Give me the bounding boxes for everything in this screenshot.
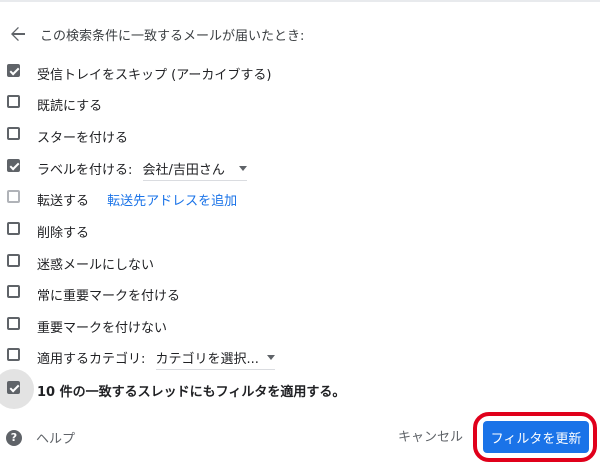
update-filter-button[interactable]: フィルタを更新: [483, 421, 589, 453]
skip-inbox-checkbox[interactable]: [7, 64, 20, 77]
category-dropdown-value: カテゴリを選択...: [155, 352, 259, 367]
label-dropdown-value: 会社/吉田さん: [142, 163, 225, 178]
label-dropdown[interactable]: 会社/吉田さん: [142, 159, 247, 181]
apply-matching-checkbox[interactable]: [7, 381, 20, 394]
top-divider: [0, 0, 600, 2]
forward-label: 転送する: [37, 194, 90, 209]
forward-row: 転送する 転送先アドレスを追加: [37, 190, 237, 209]
help-area[interactable]: ? ヘルプ: [6, 428, 75, 447]
never-spam-label: 迷惑メールにしない: [37, 258, 155, 273]
mark-read-checkbox[interactable]: [7, 95, 20, 108]
chevron-down-icon: [238, 166, 247, 171]
forward-checkbox[interactable]: [7, 190, 20, 203]
apply-label-text: ラベルを付ける:: [37, 163, 133, 178]
skip-inbox-label: 受信トレイをスキップ (アーカイブする): [37, 68, 272, 83]
help-icon[interactable]: ?: [6, 429, 22, 446]
delete-label: 削除する: [37, 226, 90, 241]
star-label: スターを付ける: [37, 131, 129, 146]
chevron-down-icon: [266, 355, 275, 360]
delete-checkbox[interactable]: [7, 222, 20, 235]
category-dropdown[interactable]: カテゴリを選択...: [155, 348, 275, 370]
help-link[interactable]: ヘルプ: [36, 428, 75, 447]
category-checkbox[interactable]: [7, 348, 20, 361]
apply-matching-label: 10 件の一致するスレッドにもフィルタを適用する。: [37, 385, 346, 400]
filter-header: この検索条件に一致するメールが届いたとき:: [6, 22, 304, 46]
add-forwarding-address-link[interactable]: 転送先アドレスを追加: [107, 194, 237, 209]
never-important-label: 重要マークを付けない: [37, 321, 168, 336]
never-important-checkbox[interactable]: [7, 317, 20, 330]
never-spam-checkbox[interactable]: [7, 254, 20, 267]
cancel-button[interactable]: キャンセル: [398, 426, 463, 445]
criteria-title: この検索条件に一致するメールが届いたとき:: [40, 28, 305, 44]
category-label: 適用するカテゴリ:: [37, 352, 146, 367]
star-checkbox[interactable]: [7, 127, 20, 140]
always-important-checkbox[interactable]: [7, 285, 20, 298]
always-important-label: 常に重要マークを付ける: [37, 289, 181, 304]
category-row: 適用するカテゴリ: カテゴリを選択...: [37, 348, 275, 370]
back-arrow-icon[interactable]: [6, 22, 30, 46]
apply-label-checkbox[interactable]: [7, 159, 20, 172]
apply-label-row: ラベルを付ける: 会社/吉田さん: [37, 159, 247, 181]
mark-read-label: 既読にする: [37, 99, 103, 114]
